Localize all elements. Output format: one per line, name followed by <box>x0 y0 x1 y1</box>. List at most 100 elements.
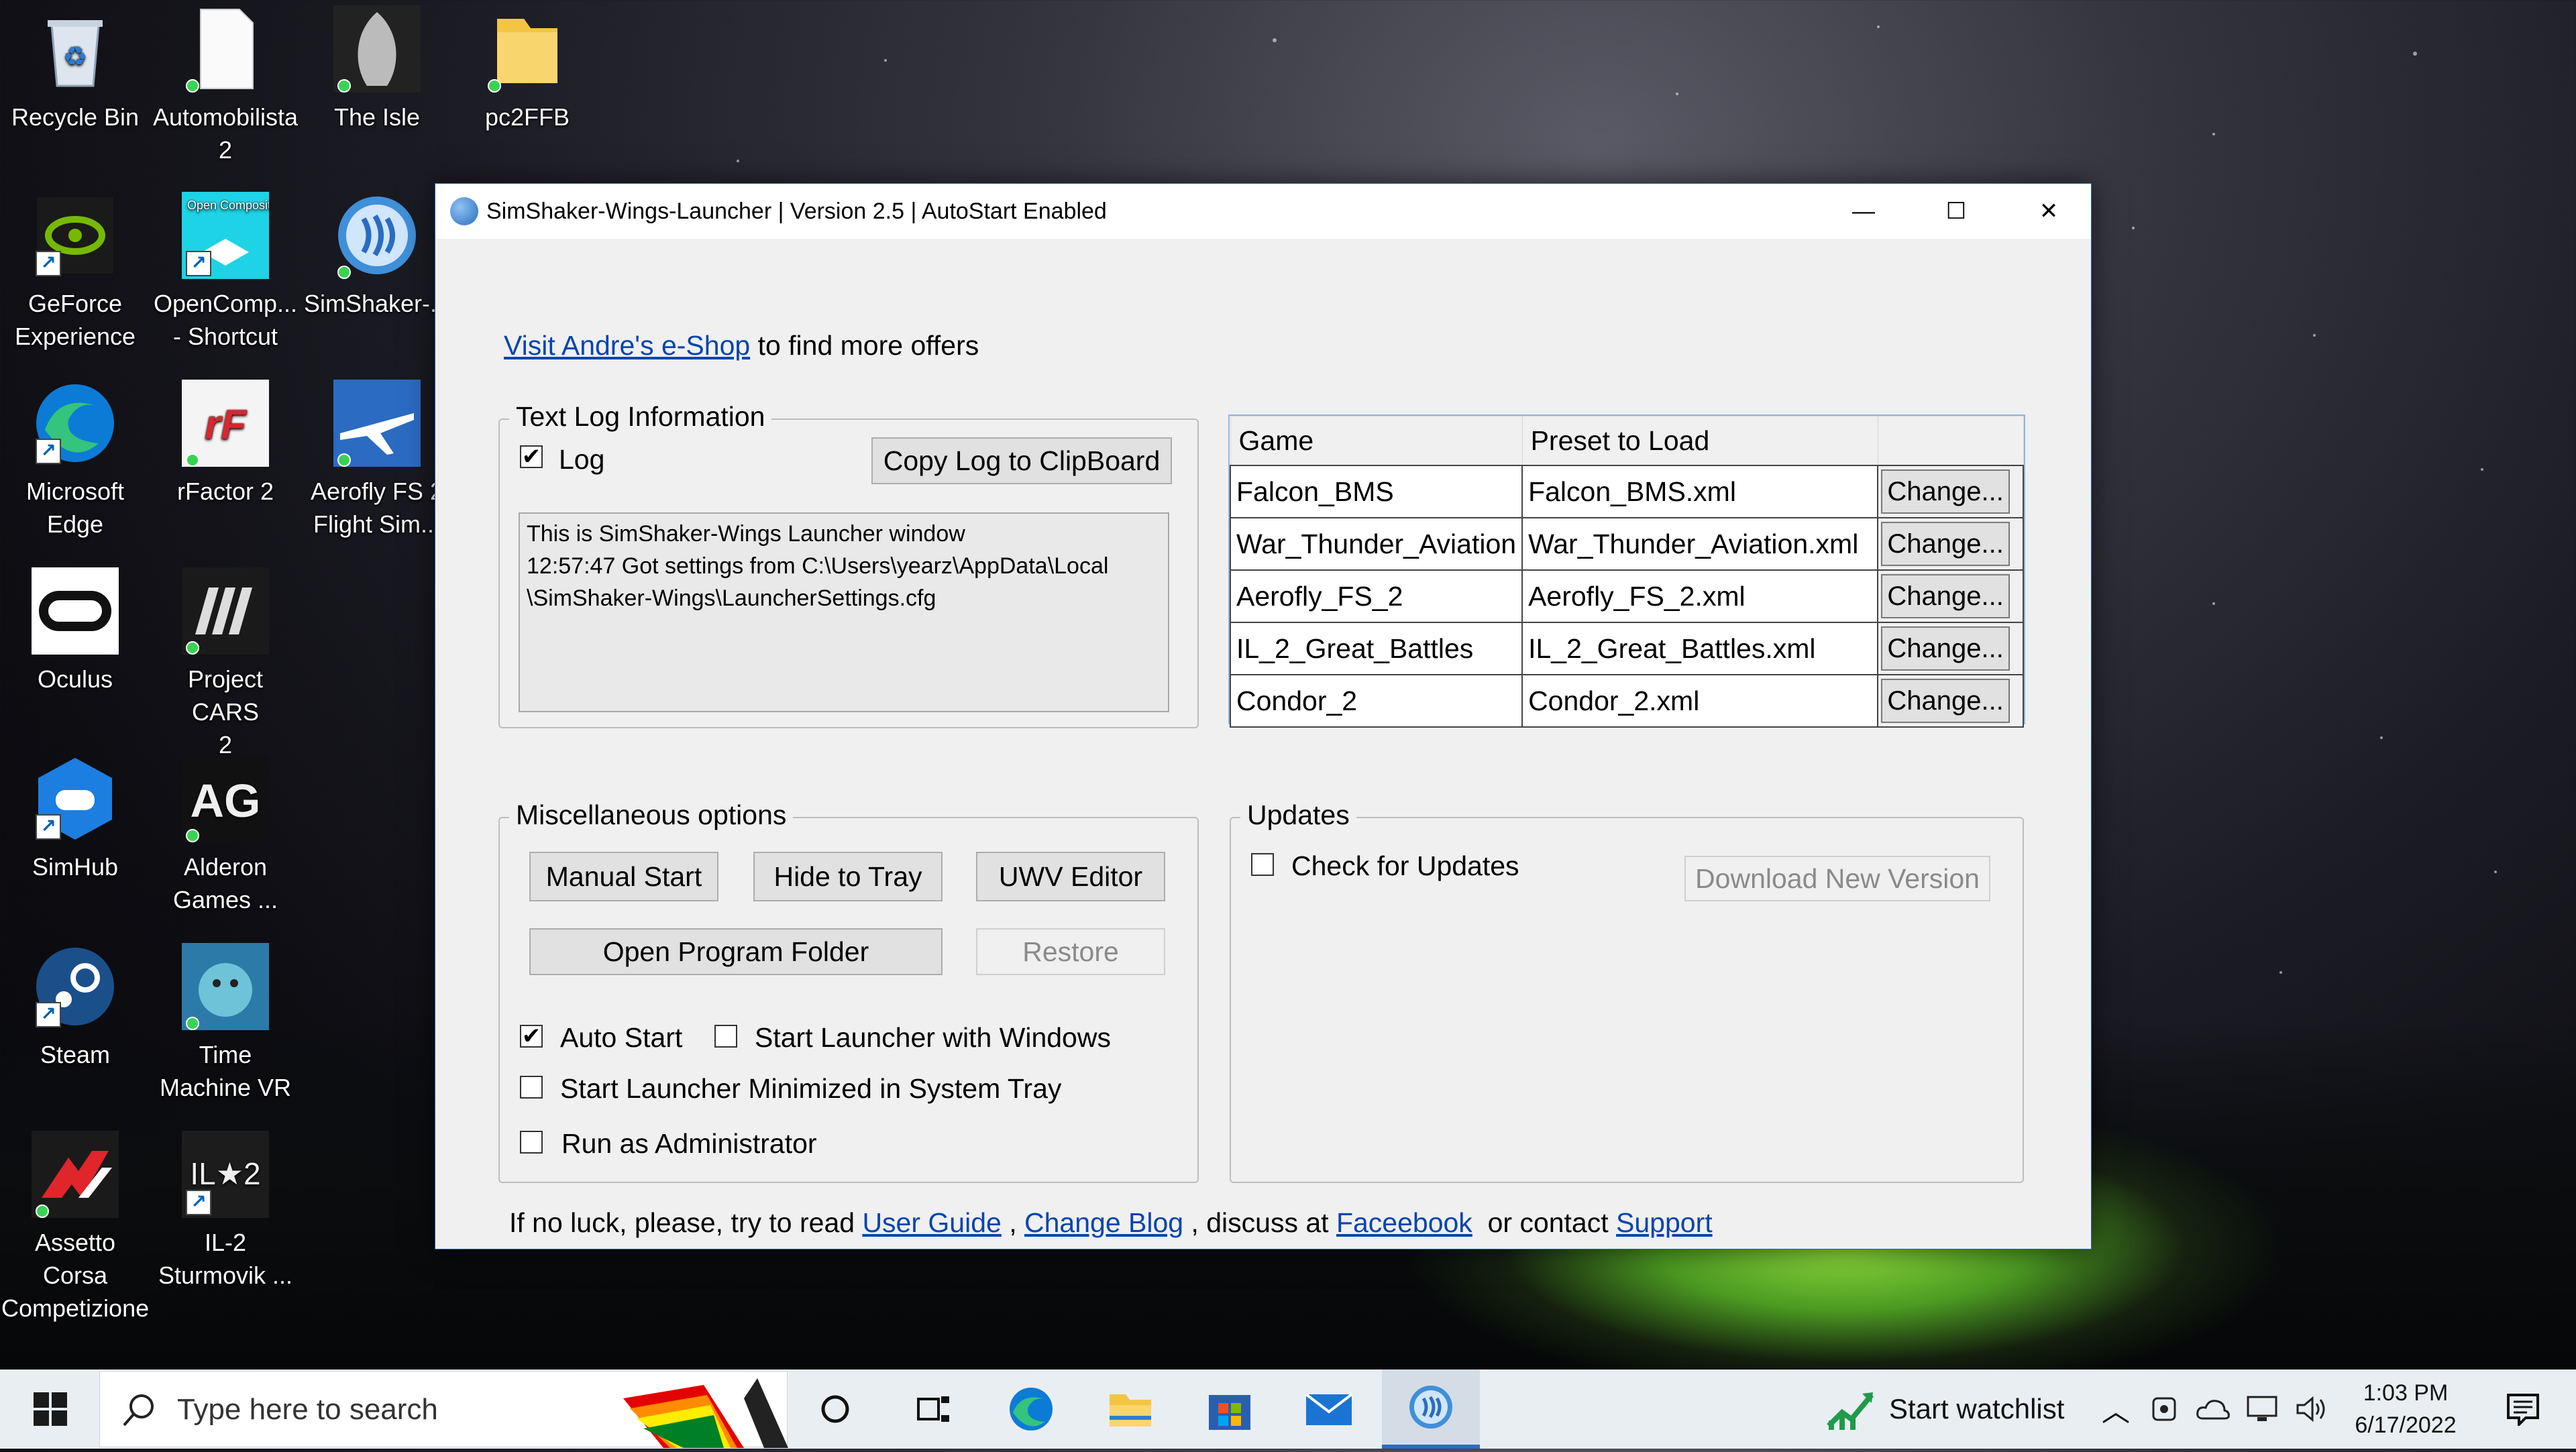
game-preset-grid: Game Preset to Load Falcon_BMS Falcon_BM… <box>1228 414 2025 728</box>
network-icon[interactable] <box>2242 1370 2282 1449</box>
simhub-icon: ↗ <box>32 755 119 842</box>
preset-cell[interactable]: Aerofly_FS_2.xml <box>1521 569 1879 623</box>
taskbar-simshaker[interactable] <box>1382 1370 1480 1449</box>
preset-cell[interactable]: IL_2_Great_Battles.xml <box>1521 622 1879 675</box>
svg-text:AG: AG <box>191 775 261 827</box>
run-as-admin-checkbox[interactable] <box>520 1131 543 1154</box>
preset-cell[interactable]: War_Thunder_Aviation.xml <box>1521 517 1879 571</box>
desktop-icon-aerofly[interactable]: Aerofly FS 2 Flight Sim... <box>303 380 451 541</box>
taskbar-edge[interactable] <box>994 1370 1068 1449</box>
window-title: SimShaker-Wings-Launcher | Version 2.5 |… <box>486 198 1107 224</box>
log-checkbox[interactable]: ✔ <box>520 445 543 468</box>
change-preset-button[interactable]: Change... <box>1881 626 2010 671</box>
column-header-game[interactable]: Game <box>1230 416 1523 466</box>
change-preset-button[interactable]: Change... <box>1881 679 2010 723</box>
user-guide-link[interactable]: User Guide <box>862 1207 1001 1238</box>
desktop-icon-rfactor2[interactable]: rF rFactor 2 <box>152 380 299 508</box>
game-cell[interactable]: Falcon_BMS <box>1229 465 1523 518</box>
title-bar[interactable]: SimShaker-Wings-Launcher | Version 2.5 |… <box>435 184 2091 239</box>
download-new-version-button[interactable]: Download New Version <box>1684 856 1990 901</box>
folder-icon <box>484 5 571 93</box>
check-for-updates-checkbox[interactable] <box>1251 853 1274 876</box>
eshop-link[interactable]: Visit Andre's e-Shop <box>504 330 750 361</box>
start-button[interactable] <box>13 1370 87 1449</box>
facebook-link[interactable]: Faceebook <box>1336 1207 1472 1238</box>
desktop-icon-automobilista[interactable]: Automobilista 2 <box>152 5 299 166</box>
desktop-icon-project-cars[interactable]: Project CARS 2 <box>152 567 299 761</box>
taskbar-file-explorer[interactable] <box>1093 1370 1167 1449</box>
task-view-button[interactable] <box>896 1370 970 1449</box>
change-preset-button[interactable]: Change... <box>1881 574 2010 618</box>
change-preset-button[interactable]: Change... <box>1881 522 2010 566</box>
table-row: War_Thunder_Aviation War_Thunder_Aviatio… <box>1229 517 2024 571</box>
auto-start-checkbox[interactable]: ✔ <box>520 1025 543 1048</box>
desktop-icon-geforce[interactable]: ↗ GeForce Experience <box>1 192 149 353</box>
icon-label: pc2FFB <box>484 103 570 131</box>
search-icon <box>123 1394 154 1427</box>
clock[interactable]: 1:03 PM 6/17/2022 <box>2332 1370 2479 1449</box>
restore-button[interactable]: Restore <box>976 928 1165 975</box>
column-header-preset[interactable]: Preset to Load <box>1521 416 1878 466</box>
support-link[interactable]: Support <box>1616 1207 1713 1238</box>
icon-label-line2: Flight Sim... <box>313 510 441 538</box>
misc-options-group: Miscellaneous options Manual Start Hide … <box>498 799 1199 1183</box>
project-cars-icon <box>182 567 269 655</box>
start-with-windows-checkbox[interactable] <box>714 1025 737 1048</box>
desktop-icon-oculus[interactable]: Oculus <box>1 567 149 695</box>
log-textbox[interactable]: This is SimShaker-Wings Launcher window … <box>519 512 1169 712</box>
desktop-icon-recycle-bin[interactable]: ♻ Recycle Bin <box>1 5 149 133</box>
desktop-icon-il2[interactable]: IL★2 ↗ IL-2 Sturmovik ... <box>152 1131 299 1292</box>
volume-icon[interactable] <box>2292 1370 2332 1449</box>
hide-to-tray-button[interactable]: Hide to Tray <box>753 852 943 901</box>
minimize-button[interactable]: — <box>1817 184 1910 239</box>
store-icon <box>1209 1395 1250 1430</box>
icon-label: Project CARS <box>187 665 264 726</box>
start-minimized-checkbox[interactable] <box>520 1076 543 1099</box>
notification-icon <box>2507 1394 2539 1426</box>
desktop-icon-edge[interactable]: ↗ Microsoft Edge <box>1 380 149 541</box>
game-cell[interactable]: War_Thunder_Aviation <box>1229 517 1523 571</box>
icon-label-line2: Games ... <box>172 886 278 913</box>
desktop-icon-time-machine[interactable]: Time Machine VR <box>152 943 299 1104</box>
desktop-icon-simshaker[interactable]: SimShaker-... <box>303 192 451 320</box>
desktop-icon-assetto-corsa[interactable]: Assetto Corsa Competizione <box>1 1131 149 1325</box>
taskbar-store[interactable] <box>1193 1370 1267 1449</box>
onedrive-cloud-icon[interactable] <box>2192 1370 2233 1449</box>
action-center-button[interactable] <box>2486 1370 2560 1449</box>
taskbar-mail[interactable] <box>1292 1370 1366 1449</box>
change-blog-link[interactable]: Change Blog <box>1024 1207 1183 1238</box>
desktop-icon-the-isle[interactable]: The Isle <box>303 5 451 133</box>
log-line: 12:57:47 Got settings from C:\Users\year… <box>527 553 1109 579</box>
icon-label: rFactor 2 <box>176 478 274 505</box>
manual-start-button[interactable]: Manual Start <box>529 852 718 901</box>
open-program-folder-button[interactable]: Open Program Folder <box>529 928 943 975</box>
action-cell: Change... <box>1877 674 2024 728</box>
meet-now-icon[interactable] <box>2144 1370 2184 1449</box>
cortana-button[interactable] <box>798 1370 872 1449</box>
maximize-button[interactable]: ☐ <box>1910 184 2002 239</box>
game-cell[interactable]: Condor_2 <box>1229 674 1523 728</box>
search-placeholder: Type here to search <box>177 1393 438 1426</box>
change-preset-button[interactable]: Change... <box>1881 469 2010 514</box>
taskbar-search-box[interactable]: Type here to search <box>99 1371 788 1448</box>
watchlist-widget[interactable]: Start watchlist <box>1825 1370 2080 1449</box>
game-cell[interactable]: IL_2_Great_Battles <box>1229 622 1523 675</box>
desktop-icon-opencomposite[interactable]: Open Composite ↗ OpenComp... - Shortcut <box>152 192 299 353</box>
preset-cell[interactable]: Falcon_BMS.xml <box>1521 465 1879 518</box>
copy-log-button[interactable]: Copy Log to ClipBoard <box>871 437 1172 484</box>
close-button[interactable]: ✕ <box>2002 184 2095 239</box>
desktop-icon-simhub[interactable]: ↗ SimHub <box>1 755 149 883</box>
desktop-icon-steam[interactable]: ↗ Steam <box>1 943 149 1071</box>
watchlist-label: Start watchlist <box>1889 1393 2065 1425</box>
icon-label-line2: - Shortcut <box>172 323 278 350</box>
game-cell[interactable]: Aerofly_FS_2 <box>1229 569 1523 623</box>
alderon-icon: AG <box>182 755 269 842</box>
pride-flag-icon <box>623 1378 788 1448</box>
icon-label: Aerofly FS 2 <box>310 478 444 505</box>
desktop-icon-pc2ffb[interactable]: pc2FFB <box>453 5 601 133</box>
preset-cell[interactable]: Condor_2.xml <box>1521 674 1879 728</box>
uwv-editor-button[interactable]: UWV Editor <box>976 852 1165 901</box>
show-hidden-icons-chevron-icon[interactable]: ︿ <box>2096 1370 2136 1449</box>
shop-suffix: to find more offers <box>750 330 979 361</box>
desktop-icon-alderon[interactable]: AG Alderon Games ... <box>152 755 299 916</box>
